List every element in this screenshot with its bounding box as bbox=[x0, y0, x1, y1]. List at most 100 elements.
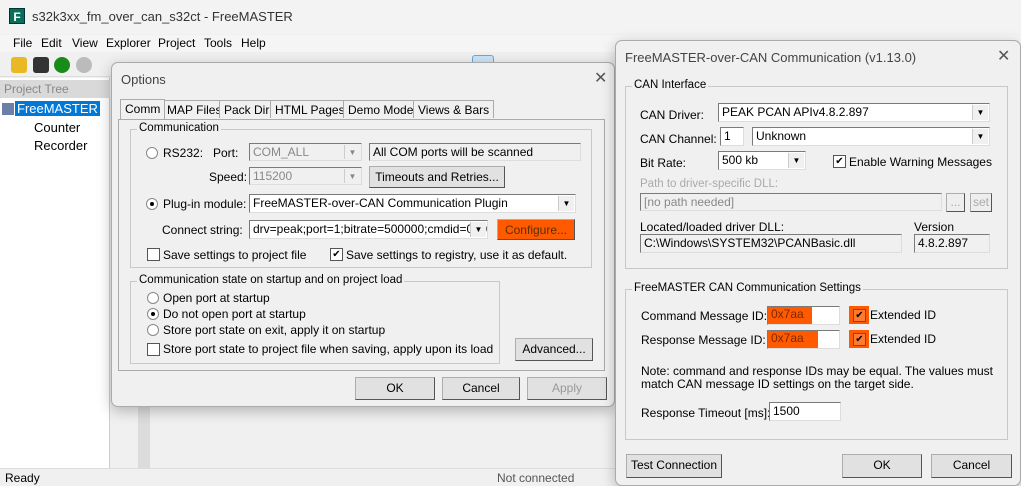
go-icon[interactable] bbox=[54, 57, 70, 73]
close-icon[interactable]: ✕ bbox=[594, 68, 607, 88]
apply-button[interactable]: Apply bbox=[527, 377, 607, 400]
project-icon bbox=[2, 103, 14, 115]
open-port-label: Open port at startup bbox=[163, 291, 270, 305]
note-line-2: match CAN message ID settings on the tar… bbox=[641, 377, 914, 391]
app-logo-icon: F bbox=[9, 8, 25, 24]
window-title: s32k3xx_fm_over_can_s32ct - FreeMASTER bbox=[32, 9, 293, 24]
chevron-down-icon: ▼ bbox=[972, 105, 988, 120]
save-registry-checkbox[interactable]: ✔ bbox=[330, 248, 343, 261]
connect-string-input[interactable]: drv=peak;port=1;bitrate=500000;cmdid=0x8… bbox=[249, 220, 488, 239]
timeouts-button[interactable]: Timeouts and Retries... bbox=[369, 166, 505, 188]
plugin-radio[interactable] bbox=[146, 198, 158, 210]
timeout-label: Response Timeout [ms]: bbox=[641, 406, 771, 420]
store-state-radio[interactable] bbox=[147, 324, 159, 336]
can-settings-label: FreeMASTER CAN Communication Settings bbox=[632, 282, 863, 294]
channel-input[interactable]: 1 bbox=[720, 127, 744, 146]
warnings-checkbox[interactable]: ✔ bbox=[833, 155, 846, 168]
driver-select[interactable]: PEAK PCAN APIv4.8.2.897 ▼ bbox=[718, 103, 990, 122]
browse-button[interactable]: ... bbox=[946, 193, 965, 212]
rs232-radio[interactable] bbox=[146, 147, 158, 159]
chevron-down-icon: ▼ bbox=[470, 222, 486, 237]
do-not-open-radio[interactable] bbox=[147, 308, 159, 320]
startup-label: Communication state on startup and on pr… bbox=[137, 274, 405, 286]
channel-label: CAN Channel: bbox=[640, 132, 717, 146]
save-registry-label: Save settings to registry, use it as def… bbox=[346, 248, 568, 262]
version-value: 4.8.2.897 bbox=[914, 234, 990, 253]
channel-select[interactable]: Unknown ▼ bbox=[752, 127, 990, 146]
tab-map-files[interactable]: MAP Files bbox=[162, 100, 227, 118]
do-not-open-label: Do not open port at startup bbox=[163, 307, 306, 321]
save-icon[interactable] bbox=[33, 57, 49, 73]
cmd-id-value: 0x7aa bbox=[768, 307, 812, 324]
version-label: Version bbox=[914, 220, 955, 234]
tab-pack-dir[interactable]: Pack Dir bbox=[219, 100, 275, 118]
connect-label: Connect string: bbox=[162, 223, 243, 237]
warnings-label: Enable Warning Messages bbox=[849, 155, 992, 169]
open-port-radio[interactable] bbox=[147, 292, 159, 304]
resp-extended-label: Extended ID bbox=[870, 332, 937, 346]
driver-label: CAN Driver: bbox=[640, 108, 705, 122]
set-button[interactable]: set bbox=[970, 193, 992, 212]
speed-select[interactable]: 115200 ▼ bbox=[249, 167, 362, 185]
menu-project[interactable]: Project bbox=[158, 36, 195, 50]
cmd-extended-checkbox[interactable]: ✔ bbox=[853, 309, 866, 322]
close-icon[interactable]: ✕ bbox=[997, 46, 1010, 66]
save-project-label: Save settings to project file bbox=[163, 248, 307, 262]
connection-status: Not connected bbox=[497, 471, 575, 485]
tab-comm[interactable]: Comm bbox=[120, 99, 166, 119]
project-tree-header: Project Tree bbox=[0, 80, 110, 98]
plugin-select[interactable]: FreeMASTER-over-CAN Communication Plugin… bbox=[249, 194, 576, 213]
open-icon[interactable] bbox=[11, 57, 27, 73]
cmd-id-input[interactable]: 0x7aa bbox=[767, 306, 840, 325]
resp-id-label: Response Message ID: bbox=[641, 333, 766, 347]
configure-button[interactable]: Configure... bbox=[497, 219, 575, 240]
tab-views-bars[interactable]: Views & Bars bbox=[413, 100, 495, 118]
chevron-down-icon: ▼ bbox=[344, 169, 360, 183]
bitrate-label: Bit Rate: bbox=[640, 156, 687, 170]
located-label: Located/loaded driver DLL: bbox=[640, 220, 785, 234]
rs232-label: RS232: bbox=[163, 146, 204, 160]
tree-item-freemaster[interactable]: FreeMASTER bbox=[15, 101, 100, 116]
menu-edit[interactable]: Edit bbox=[41, 36, 62, 50]
menu-help[interactable]: Help bbox=[241, 36, 266, 50]
tree-item-counter[interactable]: Counter bbox=[34, 120, 80, 135]
resp-id-input[interactable]: 0x7aa bbox=[767, 330, 840, 349]
located-dll: C:\Windows\SYSTEM32\PCANBasic.dll bbox=[640, 234, 902, 253]
cmd-extended-label: Extended ID bbox=[870, 308, 937, 322]
store-state-label: Store port state on exit, apply it on st… bbox=[163, 323, 386, 337]
chevron-down-icon: ▼ bbox=[788, 153, 804, 168]
note-line-1: Note: command and response IDs may be eq… bbox=[641, 364, 993, 378]
path-input[interactable]: [no path needed] bbox=[640, 193, 942, 211]
bitrate-value: 500 kb bbox=[722, 153, 759, 167]
can-cancel-button[interactable]: Cancel bbox=[931, 454, 1012, 478]
can-ok-button[interactable]: OK bbox=[842, 454, 922, 478]
workspace-panel bbox=[138, 406, 150, 468]
speed-value: 115200 bbox=[253, 169, 293, 183]
path-label: Path to driver-specific DLL: bbox=[640, 178, 779, 190]
advanced-button[interactable]: Advanced... bbox=[515, 338, 593, 361]
cmd-id-label: Command Message ID: bbox=[641, 309, 768, 323]
test-connection-button[interactable]: Test Connection bbox=[626, 454, 722, 478]
resp-extended-checkbox[interactable]: ✔ bbox=[853, 333, 866, 346]
tree-item-recorder[interactable]: Recorder bbox=[34, 138, 87, 153]
menu-tools[interactable]: Tools bbox=[204, 36, 232, 50]
menu-file[interactable]: File bbox=[13, 36, 32, 50]
tab-demo-mode[interactable]: Demo Mode bbox=[343, 100, 419, 118]
timeout-input[interactable]: 1500 bbox=[769, 402, 841, 421]
connect-value: drv=peak;port=1;bitrate=500000;cmdid=0x8… bbox=[253, 222, 488, 236]
plugin-value: FreeMASTER-over-CAN Communication Plugin bbox=[253, 196, 508, 210]
menu-view[interactable]: View bbox=[72, 36, 98, 50]
bitrate-select[interactable]: 500 kb ▼ bbox=[718, 151, 806, 170]
tab-html-pages[interactable]: HTML Pages bbox=[270, 100, 350, 118]
port-select[interactable]: COM_ALL ▼ bbox=[249, 143, 362, 161]
port-value: COM_ALL bbox=[253, 145, 310, 159]
resp-id-value: 0x7aa bbox=[768, 331, 818, 348]
stop-icon[interactable] bbox=[76, 57, 92, 73]
store-project-checkbox[interactable] bbox=[147, 343, 160, 356]
menu-explorer[interactable]: Explorer bbox=[106, 36, 151, 50]
cancel-button[interactable]: Cancel bbox=[442, 377, 520, 400]
project-tree-panel bbox=[0, 78, 110, 468]
chevron-down-icon: ▼ bbox=[344, 145, 360, 159]
ok-button[interactable]: OK bbox=[355, 377, 435, 400]
save-project-checkbox[interactable] bbox=[147, 248, 160, 261]
